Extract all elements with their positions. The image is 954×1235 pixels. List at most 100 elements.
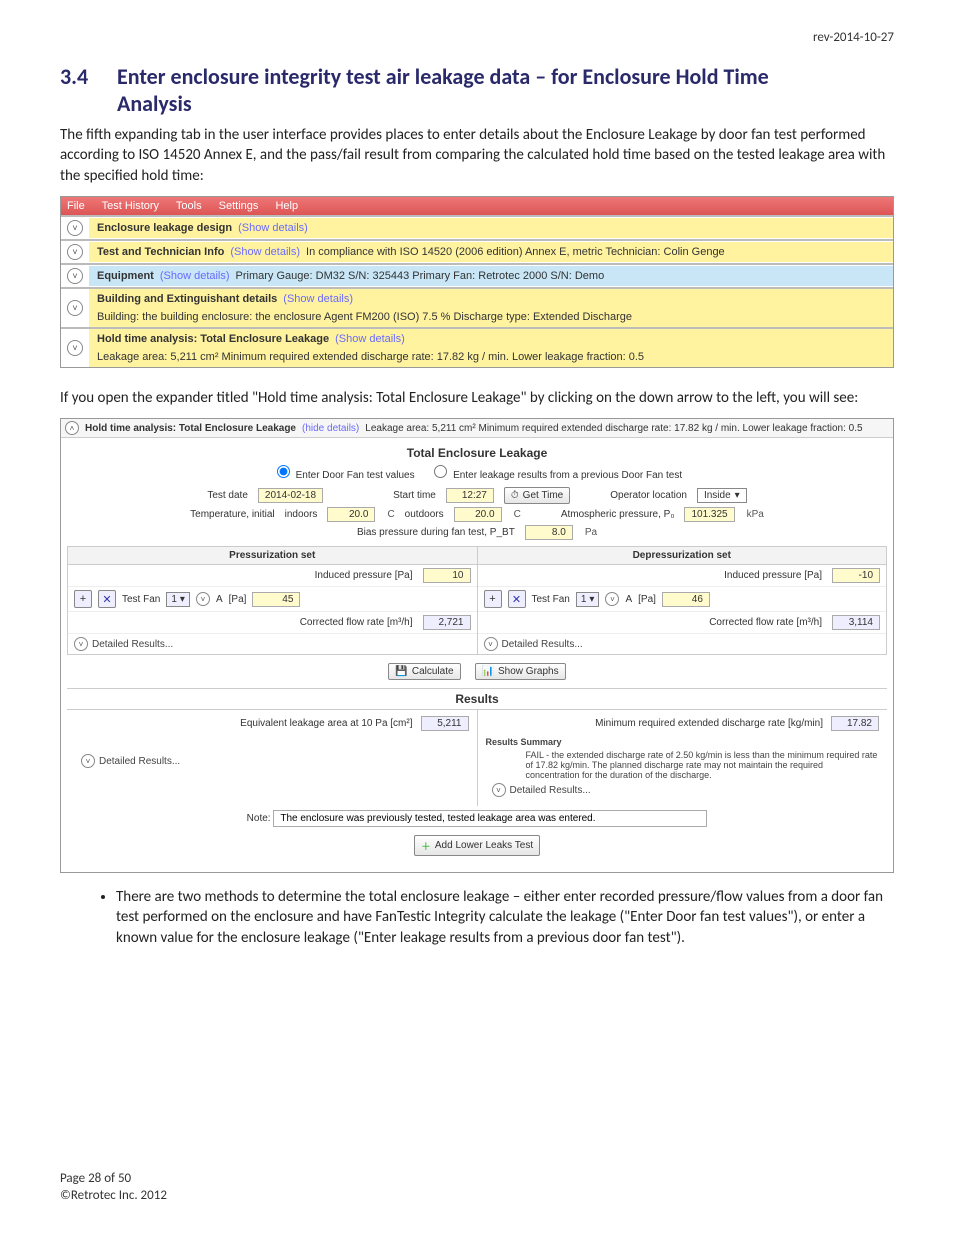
unit: Pa — [585, 527, 597, 538]
show-details-link[interactable]: (Show details) — [238, 222, 308, 234]
disk-icon — [395, 666, 407, 677]
outdoors-temp-field[interactable]: 20.0 — [454, 507, 502, 522]
press-induced-pressure[interactable]: 10 — [423, 568, 471, 583]
test-fan-select[interactable]: 1 ▾ — [576, 592, 600, 607]
expander-info: Primary Gauge: DM32 S/N: 325443 Primary … — [236, 270, 605, 282]
get-time-button[interactable]: Get Time — [504, 487, 570, 504]
chevron-down-icon[interactable]: ˅ — [67, 300, 83, 316]
test-fan-select[interactable]: 1 ▾ — [166, 592, 190, 607]
depress-induced-pressure[interactable]: -10 — [832, 568, 880, 583]
ring-label: A — [625, 594, 632, 605]
indoors-temp-field[interactable]: 20.0 — [327, 507, 375, 522]
chevron-down-icon[interactable]: ˅ — [67, 268, 83, 284]
expander-info: Leakage area: 5,211 cm² Minimum required… — [97, 351, 644, 363]
bias-pressure-label: Bias pressure during fan test, P_BT — [357, 527, 515, 538]
hide-details-link[interactable]: (hide details) — [302, 423, 359, 434]
revision: rev-2014-10-27 — [60, 30, 894, 45]
press-corrected-flow: 2,721 — [423, 615, 471, 630]
chevron-down-icon: ˅ — [74, 637, 88, 651]
depress-detailed-results[interactable]: ˅ Detailed Results... — [478, 634, 887, 654]
chevron-down-icon: ˅ — [484, 637, 498, 651]
add-lower-leaks-button[interactable]: Add Lower Leaks Test — [414, 835, 540, 856]
expander-bar[interactable]: Hold time analysis: Total Enclosure Leak… — [89, 329, 893, 367]
show-details-link[interactable]: (Show details) — [335, 333, 405, 345]
unit: C — [387, 509, 394, 520]
press-detailed-results[interactable]: ˅ Detailed Results... — [68, 634, 477, 654]
panel-header-info: Leakage area: 5,211 cm² Minimum required… — [365, 423, 862, 434]
test-date-label: Test date — [207, 490, 248, 501]
menu-settings[interactable]: Settings — [219, 200, 259, 212]
mode-radio-row: Enter Door Fan test values Enter leakage… — [67, 462, 887, 481]
chevron-down-icon[interactable]: ˅ — [67, 244, 83, 260]
expander-bar[interactable]: Building and Extinguishant details (Show… — [89, 289, 893, 327]
menu-file[interactable]: File — [67, 200, 85, 212]
chevron-down-icon: ˅ — [492, 783, 506, 797]
chevron-down-icon[interactable]: ˅ — [67, 220, 83, 236]
radio-enter-door-fan[interactable]: Enter Door Fan test values — [272, 470, 415, 481]
show-details-link[interactable]: (Show details) — [160, 270, 230, 282]
menu-tools[interactable]: Tools — [176, 200, 202, 212]
show-details-link[interactable]: (Show details) — [230, 246, 300, 258]
chart-icon — [482, 666, 494, 677]
remove-fan-button[interactable]: ✕ — [508, 590, 526, 608]
mid-paragraph: If you open the expander titled "Hold ti… — [60, 388, 894, 408]
results-detailed-right[interactable]: ˅ Detailed Results... — [486, 780, 880, 800]
expander-title: Test and Technician Info — [97, 246, 224, 258]
menu-test-history[interactable]: Test History — [102, 200, 159, 212]
press-fan-pa[interactable]: 45 — [252, 592, 300, 607]
expander-bar[interactable]: Enclosure leakage design (Show details) — [89, 218, 893, 238]
remove-fan-button[interactable]: ✕ — [98, 590, 116, 608]
unit: C — [514, 509, 521, 520]
min-rate-label: Minimum required extended discharge rate… — [486, 718, 824, 729]
chevron-down-icon[interactable]: ˅ — [67, 340, 83, 356]
expander-info: In compliance with ISO 14520 (2006 editi… — [306, 246, 725, 258]
show-graphs-button[interactable]: Show Graphs — [475, 663, 566, 680]
panel-header-title: Hold time analysis: Total Enclosure Leak… — [85, 423, 296, 434]
atm-pressure-field[interactable]: 101.325 — [684, 507, 734, 522]
results-header: Results — [67, 688, 887, 710]
note-field[interactable] — [273, 810, 707, 827]
radio-enter-leakage-results[interactable]: Enter leakage results from a previous Do… — [429, 470, 682, 481]
add-fan-button[interactable]: + — [74, 590, 92, 608]
test-date-field[interactable]: 2014-02-18 — [258, 488, 323, 503]
section-title: Enter enclosure integrity test air leaka… — [117, 63, 777, 117]
pressurization-header: Pressurization set — [68, 547, 477, 565]
results-summary-text: FAIL - the extended discharge rate of 2.… — [486, 750, 880, 780]
depress-fan-pa[interactable]: 46 — [662, 592, 710, 607]
min-rate-value: 17.82 — [831, 716, 879, 731]
induced-pressure-label: Induced pressure [Pa] — [484, 570, 823, 581]
bias-pressure-field[interactable]: 8.0 — [525, 525, 573, 540]
unit: kPa — [747, 509, 764, 520]
pressurization-column: Pressurization set Induced pressure [Pa]… — [67, 546, 478, 655]
intro-paragraph: The fifth expanding tab in the user inte… — [60, 125, 894, 186]
expander-bar[interactable]: Test and Technician Info (Show details) … — [89, 242, 893, 262]
chevron-down-icon[interactable]: ˅ — [196, 592, 210, 606]
expander-info: Building: the building enclosure: the en… — [97, 311, 632, 323]
start-time-label: Start time — [393, 490, 436, 501]
indoors-label: indoors — [285, 509, 318, 520]
results-detailed-left[interactable]: ˅ Detailed Results... — [75, 751, 469, 771]
bullet-methods: There are two methods to determine the t… — [116, 887, 894, 948]
expander-row-3: ˅ Equipment (Show details) Primary Gauge… — [61, 263, 893, 287]
depress-corrected-flow: 3,114 — [832, 615, 880, 630]
show-details-link[interactable]: (Show details) — [283, 293, 353, 305]
menu-help[interactable]: Help — [275, 200, 298, 212]
add-fan-button[interactable]: + — [484, 590, 502, 608]
chevron-down-icon[interactable]: ˅ — [605, 592, 619, 606]
expander-title: Equipment — [97, 270, 154, 282]
pa-label: [Pa] — [638, 594, 656, 605]
menubar: File Test History Tools Settings Help — [61, 197, 893, 215]
start-time-field[interactable]: 12:27 — [446, 488, 494, 503]
expander-row-1: ˅ Enclosure leakage design (Show details… — [61, 215, 893, 239]
results-summary-header: Results Summary — [486, 737, 880, 747]
chevron-down-icon: ▾ — [735, 490, 740, 501]
ela-label: Equivalent leakage area at 10 Pa [cm²] — [75, 718, 413, 729]
operator-location-select[interactable]: Inside ▾ — [697, 488, 747, 503]
pa-label: [Pa] — [229, 594, 247, 605]
screenshot-hold-time-panel: ˄ Hold time analysis: Total Enclosure Le… — [60, 418, 894, 873]
depressurization-header: Depressurization set — [478, 547, 887, 565]
chevron-up-icon[interactable]: ˄ — [65, 421, 79, 435]
calculate-button[interactable]: Calculate — [388, 663, 460, 680]
expander-title: Hold time analysis: Total Enclosure Leak… — [97, 333, 329, 345]
expander-bar[interactable]: Equipment (Show details) Primary Gauge: … — [89, 266, 893, 286]
